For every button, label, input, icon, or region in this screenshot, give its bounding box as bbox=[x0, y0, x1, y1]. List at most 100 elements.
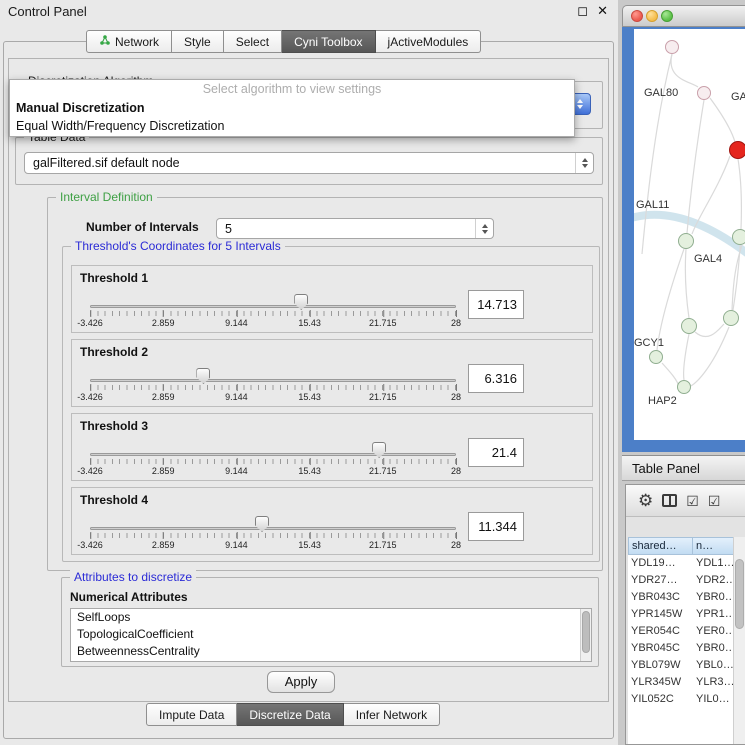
scrollbar-thumb[interactable] bbox=[582, 611, 590, 653]
list-scrollbar[interactable] bbox=[580, 609, 591, 661]
cyni-toolbox-panel: Discretization Algorithm Select algorith… bbox=[8, 58, 609, 702]
tab-label: Infer Network bbox=[356, 708, 427, 722]
select-all-checkbox-icon[interactable]: ☑ bbox=[708, 494, 721, 508]
tick-label: 9.144 bbox=[225, 392, 248, 402]
tab-label: Discretize Data bbox=[249, 708, 330, 722]
network-window-body: GAL80GAGAL11GAL4GCY1HAP2 bbox=[622, 27, 745, 452]
tab-label: jActiveModules bbox=[388, 35, 469, 49]
table-row[interactable]: YPR145WYPR1… bbox=[628, 606, 745, 623]
threshold-1-panel: Threshold 1 -3.4262.8599.14415.4321.7152… bbox=[71, 265, 593, 333]
tick-label: 9.144 bbox=[225, 466, 248, 476]
table-data-select[interactable]: galFiltered.sif default node bbox=[24, 152, 594, 174]
network-node[interactable] bbox=[649, 350, 663, 364]
threshold-slider[interactable]: -3.4262.8599.14415.4321.71528 bbox=[90, 514, 456, 554]
float-button[interactable]: ◻ bbox=[577, 3, 588, 19]
control-panel: Control Panel ◻ ✕ Network Style bbox=[0, 0, 618, 745]
table-row[interactable]: YBL079WYBL0… bbox=[628, 657, 745, 674]
threshold-value-field[interactable]: 14.713 bbox=[468, 290, 524, 319]
tab-network[interactable]: Network bbox=[86, 30, 172, 53]
table-row[interactable]: YER054CYER0… bbox=[628, 623, 745, 640]
close-button[interactable]: ✕ bbox=[597, 3, 608, 19]
threshold-slider[interactable]: -3.4262.8599.14415.4321.71528 bbox=[90, 292, 456, 332]
slider-tick-labels: -3.4262.8599.14415.4321.71528 bbox=[90, 318, 456, 330]
control-panel-titlebar: Control Panel ◻ ✕ bbox=[0, 0, 618, 22]
tick-label: 28 bbox=[451, 318, 461, 328]
network-node-label: GAL11 bbox=[636, 199, 669, 211]
selected-table: galFiltered.sif default node bbox=[25, 156, 575, 170]
table-row[interactable]: YDL19…YDL1… bbox=[628, 555, 745, 572]
zoom-traffic-light[interactable] bbox=[661, 10, 673, 22]
numerical-attributes-list[interactable]: SelfLoopsTopologicalCoefficientBetweenne… bbox=[70, 608, 592, 662]
threshold-value-field[interactable]: 6.316 bbox=[468, 364, 524, 393]
slider-track bbox=[90, 527, 456, 530]
threshold-value-field[interactable]: 21.4 bbox=[468, 438, 524, 467]
network-node[interactable] bbox=[697, 86, 711, 100]
table-cell: YLR345W bbox=[628, 674, 693, 691]
threshold-slider[interactable]: -3.4262.8599.14415.4321.71528 bbox=[90, 366, 456, 406]
top-tab-bar: Network Style Select Cyni Toolbox jActiv… bbox=[86, 30, 481, 53]
slider-tick-labels: -3.4262.8599.14415.4321.71528 bbox=[90, 466, 456, 478]
network-node[interactable] bbox=[723, 310, 739, 326]
table-scrollbar[interactable] bbox=[733, 537, 745, 744]
slider-track bbox=[90, 379, 456, 382]
dropdown-option-equal-width[interactable]: Equal Width/Frequency Discretization bbox=[10, 117, 574, 135]
table-row[interactable]: YIL052CYIL0… bbox=[628, 691, 745, 708]
intervals-count: 5 bbox=[217, 222, 475, 236]
network-window-titlebar[interactable] bbox=[622, 5, 745, 27]
tab-impute-data[interactable]: Impute Data bbox=[146, 703, 237, 726]
table-panel-title: Table Panel bbox=[632, 461, 700, 476]
columns-icon[interactable] bbox=[662, 494, 677, 507]
tick-label: -3.426 bbox=[77, 392, 103, 402]
network-node-label: GAL4 bbox=[694, 253, 722, 265]
list-items: SelfLoopsTopologicalCoefficientBetweenne… bbox=[71, 609, 591, 660]
dropdown-option-manual[interactable]: Manual Discretization bbox=[10, 99, 574, 117]
tab-style[interactable]: Style bbox=[172, 30, 224, 53]
network-node[interactable] bbox=[732, 229, 745, 245]
apply-button[interactable]: Apply bbox=[267, 671, 335, 693]
list-item[interactable]: SelfLoops bbox=[71, 609, 591, 626]
network-node[interactable] bbox=[681, 318, 697, 334]
select-checkbox-icon[interactable]: ☑ bbox=[686, 494, 699, 508]
table-row[interactable]: YLR345WYLR3… bbox=[628, 674, 745, 691]
threshold-4-panel: Threshold 4 -3.4262.8599.14415.4321.7152… bbox=[71, 487, 593, 555]
table-cell: YBR045C bbox=[628, 640, 693, 657]
column-header-shared-name[interactable]: shared… bbox=[628, 537, 693, 555]
dropdown-placeholder: Select algorithm to view settings bbox=[10, 80, 574, 99]
settings-gear-icon[interactable]: ⚙ bbox=[638, 492, 653, 509]
close-traffic-light[interactable] bbox=[631, 10, 643, 22]
group-title: Attributes to discretize bbox=[70, 570, 196, 585]
table-toolbar: ⚙ ☑ ☑ bbox=[626, 485, 745, 517]
threshold-value-field[interactable]: 11.344 bbox=[468, 512, 524, 541]
threshold-slider[interactable]: -3.4262.8599.14415.4321.71528 bbox=[90, 440, 456, 480]
table-cell: YBL079W bbox=[628, 657, 693, 674]
network-node[interactable] bbox=[678, 233, 694, 249]
network-node-label: GA bbox=[731, 91, 745, 103]
table-row[interactable]: YBR043CYBR0… bbox=[628, 589, 745, 606]
table-row[interactable]: YBR045CYBR0… bbox=[628, 640, 745, 657]
table-cell: YER054C bbox=[628, 623, 693, 640]
table-row[interactable]: YDR27…YDR2… bbox=[628, 572, 745, 589]
tab-infer-network[interactable]: Infer Network bbox=[344, 703, 440, 726]
list-item[interactable]: BetweennessCentrality bbox=[71, 643, 591, 660]
network-canvas[interactable]: GAL80GAGAL11GAL4GCY1HAP2 bbox=[634, 29, 745, 440]
number-of-intervals-select[interactable]: 5 bbox=[216, 218, 494, 239]
minimize-traffic-light[interactable] bbox=[646, 10, 658, 22]
table-panel-header: Table Panel bbox=[622, 455, 745, 481]
attributes-group: Attributes to discretize Numerical Attri… bbox=[61, 577, 599, 667]
threshold-3-panel: Threshold 3 -3.4262.8599.14415.4321.7152… bbox=[71, 413, 593, 481]
tab-select[interactable]: Select bbox=[224, 30, 282, 53]
network-node[interactable] bbox=[729, 141, 745, 159]
tab-label: Network bbox=[115, 35, 159, 49]
network-node[interactable] bbox=[665, 40, 679, 54]
network-node[interactable] bbox=[677, 380, 691, 394]
tab-discretize-data[interactable]: Discretize Data bbox=[237, 703, 343, 726]
tab-cyni-toolbox[interactable]: Cyni Toolbox bbox=[282, 30, 375, 53]
scrollbar-thumb[interactable] bbox=[735, 559, 744, 629]
tab-jactivemodules[interactable]: jActiveModules bbox=[376, 30, 482, 53]
list-item[interactable]: TopologicalCoefficient bbox=[71, 626, 591, 643]
slider-ticks bbox=[90, 311, 456, 316]
tick-label: 15.43 bbox=[298, 318, 321, 328]
network-node-label: GCY1 bbox=[634, 337, 664, 349]
threshold-2-panel: Threshold 2 -3.4262.8599.14415.4321.7152… bbox=[71, 339, 593, 407]
tick-label: 21.715 bbox=[369, 540, 397, 550]
